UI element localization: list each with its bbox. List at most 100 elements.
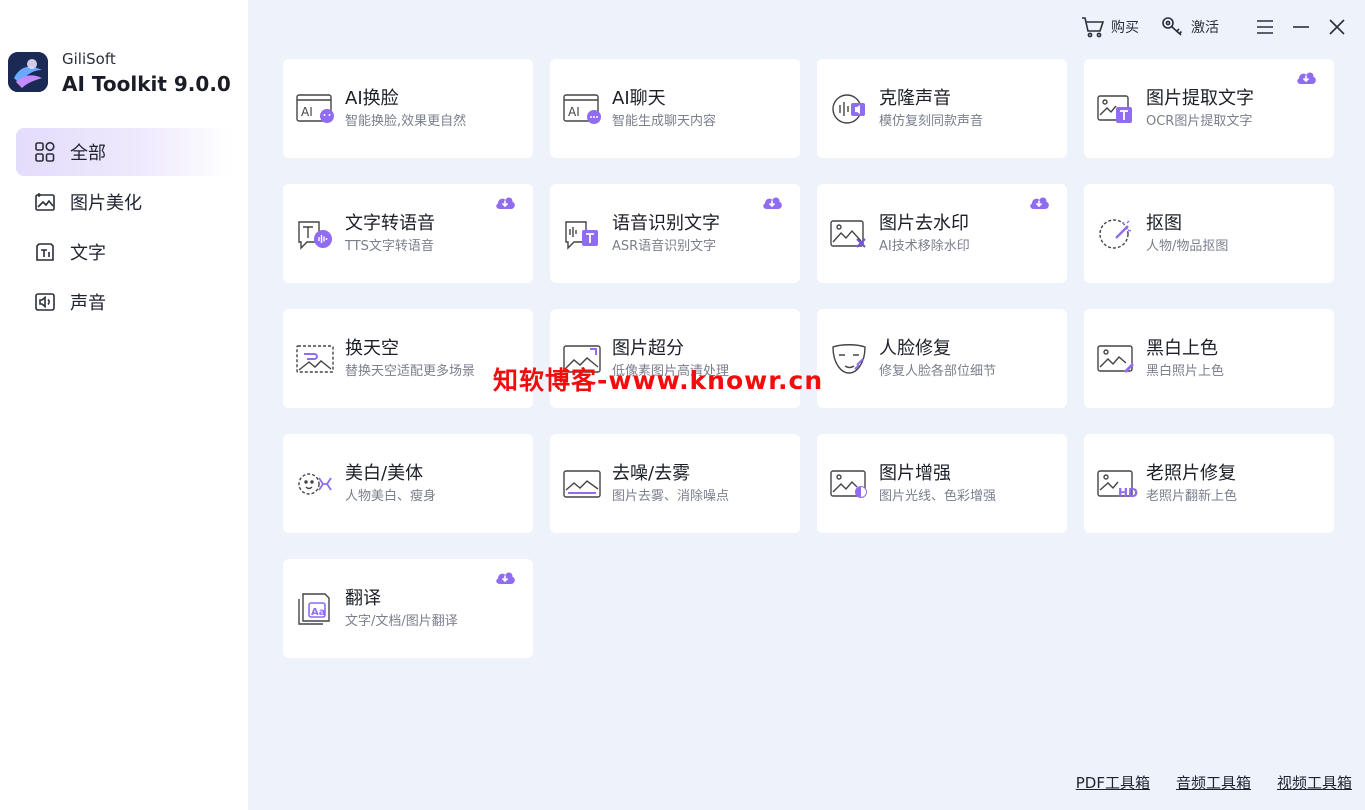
tool-subtitle: 人物美白、瘦身: [345, 488, 437, 504]
close-button[interactable]: [1325, 15, 1349, 39]
tool-subtitle: OCR图片提取文字: [1146, 113, 1253, 129]
cloud-download-icon[interactable]: [1295, 69, 1317, 85]
tool-card-cutout[interactable]: 抠图 人物/物品抠图: [1084, 184, 1334, 283]
tool-subtitle: ASR语音识别文字: [612, 238, 717, 254]
app-logo-icon: [8, 52, 48, 92]
face-restore-icon: [829, 341, 871, 377]
sky-replace-icon: [295, 341, 337, 377]
tool-subtitle: 替换天空适配更多场景: [345, 363, 476, 379]
video-toolbox-link[interactable]: 视频工具箱: [1277, 772, 1352, 793]
tool-subtitle: 图片光线、色彩增强: [879, 488, 997, 504]
sidebar-item-label: 图片美化: [70, 193, 142, 214]
tool-subtitle: 修复人脸各部位细节: [879, 363, 997, 379]
text-icon: [34, 241, 56, 263]
activate-label: 激活: [1191, 20, 1219, 36]
tool-title: AI换脸: [345, 87, 399, 109]
ocr-icon: [1096, 91, 1138, 127]
tool-subtitle: 智能生成聊天内容: [612, 113, 717, 129]
tool-title: 翻译: [345, 587, 381, 609]
close-icon: [1329, 19, 1345, 35]
tool-card-enhance[interactable]: 图片增强 图片光线、色彩增强: [817, 434, 1067, 533]
audio-toolbox-link[interactable]: 音频工具箱: [1176, 772, 1251, 793]
svg-text:Aa: Aa: [311, 607, 326, 618]
tool-card-remove-watermark[interactable]: 图片去水印 AI技术移除水印: [817, 184, 1067, 283]
asr-icon: [562, 216, 604, 252]
tool-title: AI聊天: [612, 87, 666, 109]
tool-title: 克隆声音: [879, 87, 951, 109]
svg-text:AI: AI: [568, 105, 580, 119]
sidebar-nav: 全部 图片美化 文字 声音: [16, 128, 232, 328]
remove-watermark-icon: [829, 216, 871, 252]
pdf-toolbox-link[interactable]: PDF工具箱: [1076, 772, 1150, 793]
tool-card-ocr[interactable]: 图片提取文字 OCR图片提取文字: [1084, 59, 1334, 158]
tool-card-beauty[interactable]: 美白/美体 人物美白、瘦身: [283, 434, 533, 533]
svg-text:AI: AI: [301, 105, 313, 119]
tool-title: 图片去水印: [879, 212, 969, 234]
beauty-icon: [295, 466, 337, 502]
tool-subtitle: 文字/文档/图片翻译: [345, 613, 458, 629]
tool-card-ai-face-swap[interactable]: AI AI换脸 智能换脸,效果更自然: [283, 59, 533, 158]
cloud-download-icon[interactable]: [1028, 194, 1050, 210]
tool-card-asr[interactable]: 语音识别文字 ASR语音识别文字: [550, 184, 800, 283]
svg-text:HD: HD: [1118, 486, 1138, 500]
cloud-download-icon[interactable]: [494, 194, 516, 210]
tool-title: 黑白上色: [1146, 337, 1218, 359]
face-swap-icon: AI: [295, 91, 337, 127]
tool-title: 图片提取文字: [1146, 87, 1254, 109]
tool-card-denoise[interactable]: 去噪/去雾 图片去雾、消除噪点: [550, 434, 800, 533]
sidebar-item-all[interactable]: 全部: [16, 128, 232, 176]
brand-name: GiliSoft: [62, 50, 116, 68]
hamburger-icon: [1257, 20, 1273, 34]
tool-card-ai-chat[interactable]: AI AI聊天 智能生成聊天内容: [550, 59, 800, 158]
cutout-icon: [1096, 216, 1138, 252]
minimize-button[interactable]: [1289, 15, 1313, 39]
image-sparkle-icon: [34, 191, 56, 213]
tool-card-old-photo[interactable]: HD 老照片修复 老照片翻新上色: [1084, 434, 1334, 533]
watermark-overlay: 知软博客-www.knowr.cn: [493, 366, 824, 395]
enhance-icon: [829, 466, 871, 502]
tts-icon: [295, 216, 337, 252]
tool-title: 美白/美体: [345, 462, 424, 484]
sidebar-item-label: 文字: [70, 243, 106, 264]
tool-card-face-restore[interactable]: 人脸修复 修复人脸各部位细节: [817, 309, 1067, 408]
product-name: AI Toolkit 9.0.0: [62, 72, 231, 96]
denoise-icon: [562, 466, 604, 502]
tool-card-colorize[interactable]: 黑白上色 黑白照片上色: [1084, 309, 1334, 408]
buy-button[interactable]: 购买: [1081, 16, 1139, 38]
tool-card-voice-clone[interactable]: 克隆声音 模仿复刻同款声音: [817, 59, 1067, 158]
tool-title: 抠图: [1146, 212, 1182, 234]
speaker-icon: [34, 291, 56, 313]
translate-icon: Aa: [295, 591, 337, 627]
tool-subtitle: 黑白照片上色: [1146, 363, 1225, 379]
tool-subtitle: TTS文字转语音: [345, 238, 434, 254]
tool-title: 图片增强: [879, 462, 951, 484]
tool-title: 老照片修复: [1146, 462, 1236, 484]
menu-button[interactable]: [1253, 15, 1277, 39]
tool-title: 去噪/去雾: [612, 462, 691, 484]
buy-label: 购买: [1111, 20, 1139, 36]
sidebar-item-sound[interactable]: 声音: [16, 278, 232, 326]
voice-clone-icon: [829, 91, 871, 127]
sidebar-item-image-beautify[interactable]: 图片美化: [16, 178, 232, 226]
sidebar-item-label: 声音: [70, 293, 106, 314]
grid-icon: [34, 141, 56, 163]
tool-card-tts[interactable]: 文字转语音 TTS文字转语音: [283, 184, 533, 283]
tool-subtitle: 老照片翻新上色: [1146, 488, 1238, 504]
tool-subtitle: AI技术移除水印: [879, 238, 970, 254]
ai-chat-icon: AI: [562, 91, 604, 127]
tool-title: 换天空: [345, 337, 399, 359]
tool-subtitle: 模仿复刻同款声音: [879, 113, 984, 129]
cloud-download-icon[interactable]: [494, 569, 516, 585]
tool-title: 文字转语音: [345, 212, 435, 234]
tool-title: 人脸修复: [879, 337, 951, 359]
tool-card-translate[interactable]: Aa 翻译 文字/文档/图片翻译: [283, 559, 533, 658]
cloud-download-icon[interactable]: [761, 194, 783, 210]
activate-button[interactable]: 激活: [1161, 16, 1219, 38]
colorize-icon: [1096, 341, 1138, 377]
sidebar-item-text[interactable]: 文字: [16, 228, 232, 276]
tool-subtitle: 人物/物品抠图: [1146, 238, 1229, 254]
minimize-icon: [1293, 26, 1309, 28]
cart-icon: [1082, 17, 1105, 38]
tool-subtitle: 智能换脸,效果更自然: [345, 113, 467, 129]
footer-links: PDF工具箱 音频工具箱 视频工具箱: [1050, 772, 1352, 793]
